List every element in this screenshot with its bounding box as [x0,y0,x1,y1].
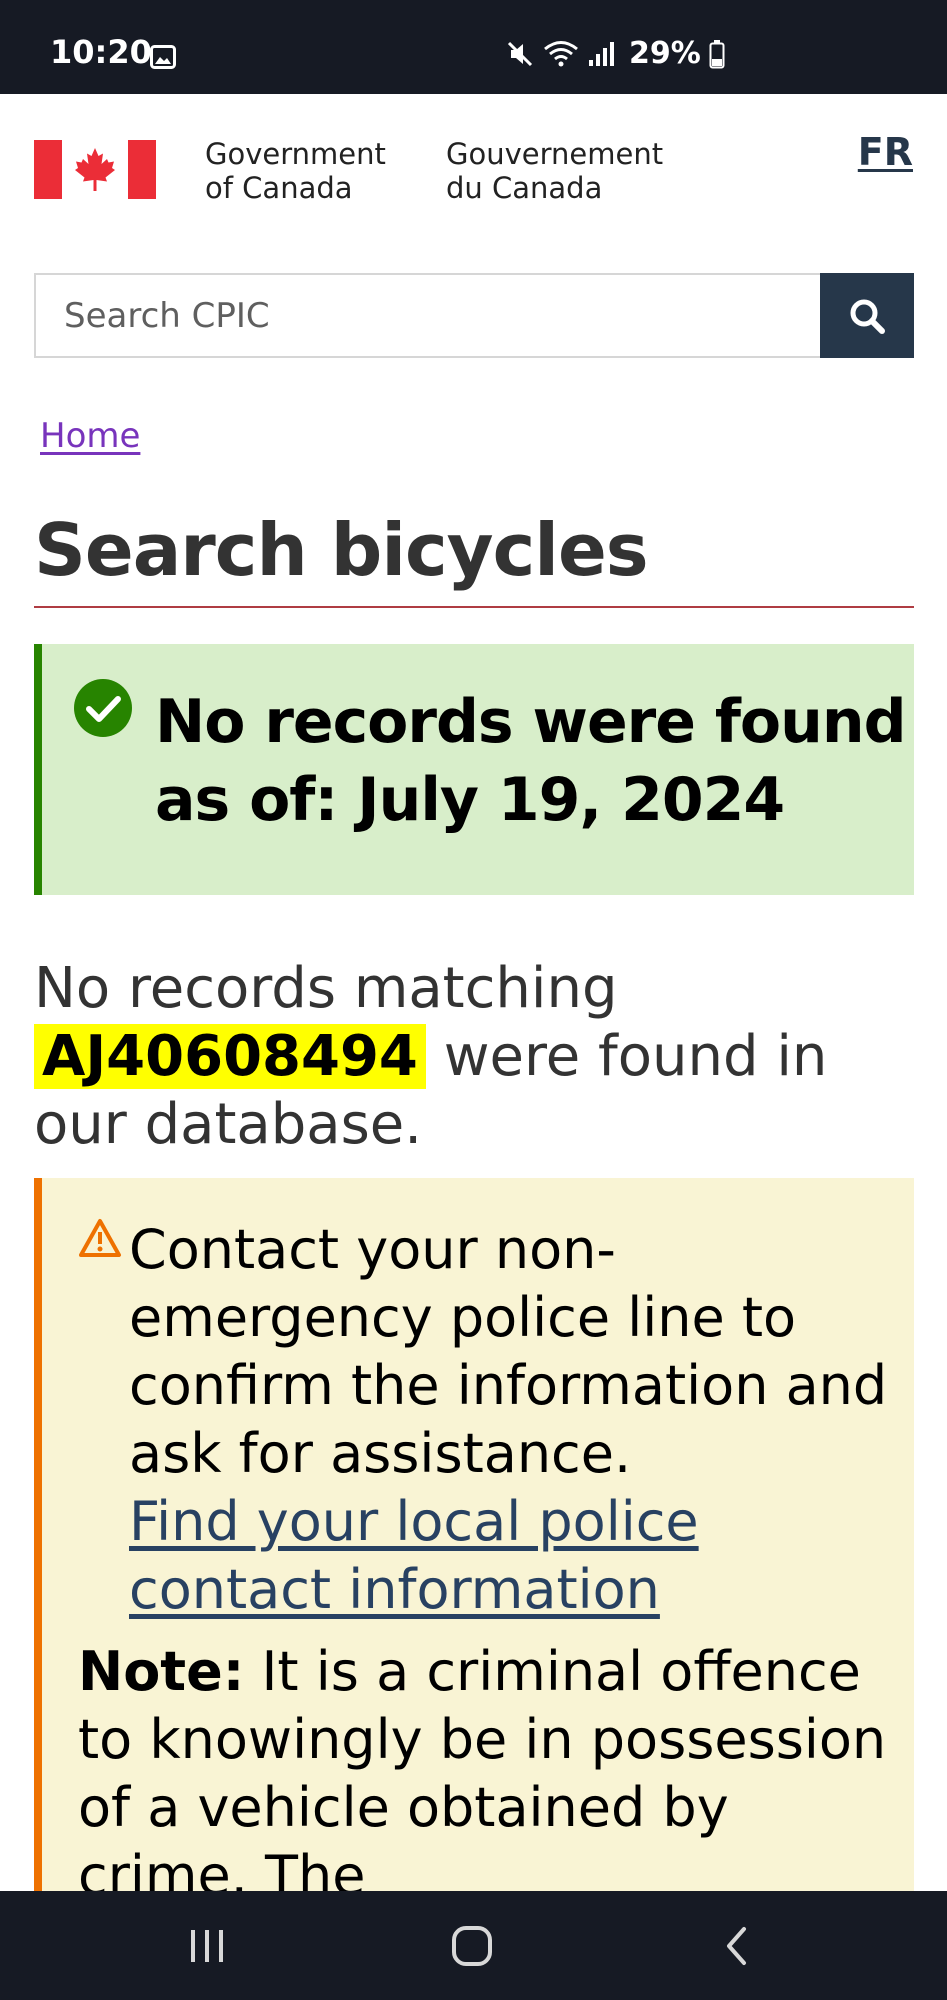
check-circle-icon [74,679,132,737]
wordmark-en-line1: Government [205,137,386,171]
search-input[interactable] [34,273,820,358]
battery-icon [709,40,725,69]
battery-percentage: 29% [629,36,701,71]
wordmark-french: Gouvernement du Canada [446,137,663,205]
warning-alert-body: Contact your non-emergency police line t… [129,1216,899,1624]
back-button[interactable] [707,1921,767,1971]
wordmark-en-line2: of Canada [205,171,353,205]
serial-number-highlight: AJ40608494 [34,1024,426,1089]
home-button[interactable] [442,1921,502,1971]
status-icons: 29% [505,34,725,74]
language-toggle-link[interactable]: FR [858,130,913,174]
canada-flag-icon [34,140,156,199]
title-underline [34,606,914,608]
success-alert-heading: No records were found as of: July 19, 20… [155,687,907,835]
recent-apps-button[interactable] [177,1921,237,1971]
back-icon [727,1927,746,1965]
wordmark-fr-line2: du Canada [446,171,603,205]
local-police-contact-link[interactable]: Find your local police contact informati… [129,1488,899,1624]
wordmark-english: Government of Canada [205,137,386,205]
warning-triangle-icon [79,1219,121,1257]
wordmark-fr-line1: Gouvernement [446,137,664,171]
search-bar [34,273,914,358]
gallery-icon [150,45,176,69]
search-icon [850,299,885,334]
result-message: No records matching AJ40608494 were foun… [34,955,924,1159]
warning-alert-text: Contact your non-emergency police line t… [129,1218,888,1485]
note-label: Note: [78,1640,245,1703]
warning-alert: Contact your non-emergency police line t… [34,1178,914,1908]
success-alert: No records were found as of: July 19, 20… [34,644,914,895]
page-title: Search bicycles [34,508,649,592]
search-button[interactable] [820,273,914,358]
status-bar: 10:20 29% [0,0,947,94]
wifi-icon [544,41,578,67]
mute-icon [507,41,533,67]
note-paragraph: Note: It is a criminal offence to knowin… [78,1638,898,1908]
breadcrumb-home-link[interactable]: Home [40,416,140,456]
status-time: 10:20 [50,33,152,71]
home-icon [452,1926,492,1966]
navigation-bar [0,1891,947,2000]
recent-apps-icon [191,1930,223,1962]
result-prefix: No records matching [34,956,618,1021]
signal-icon [589,42,614,66]
